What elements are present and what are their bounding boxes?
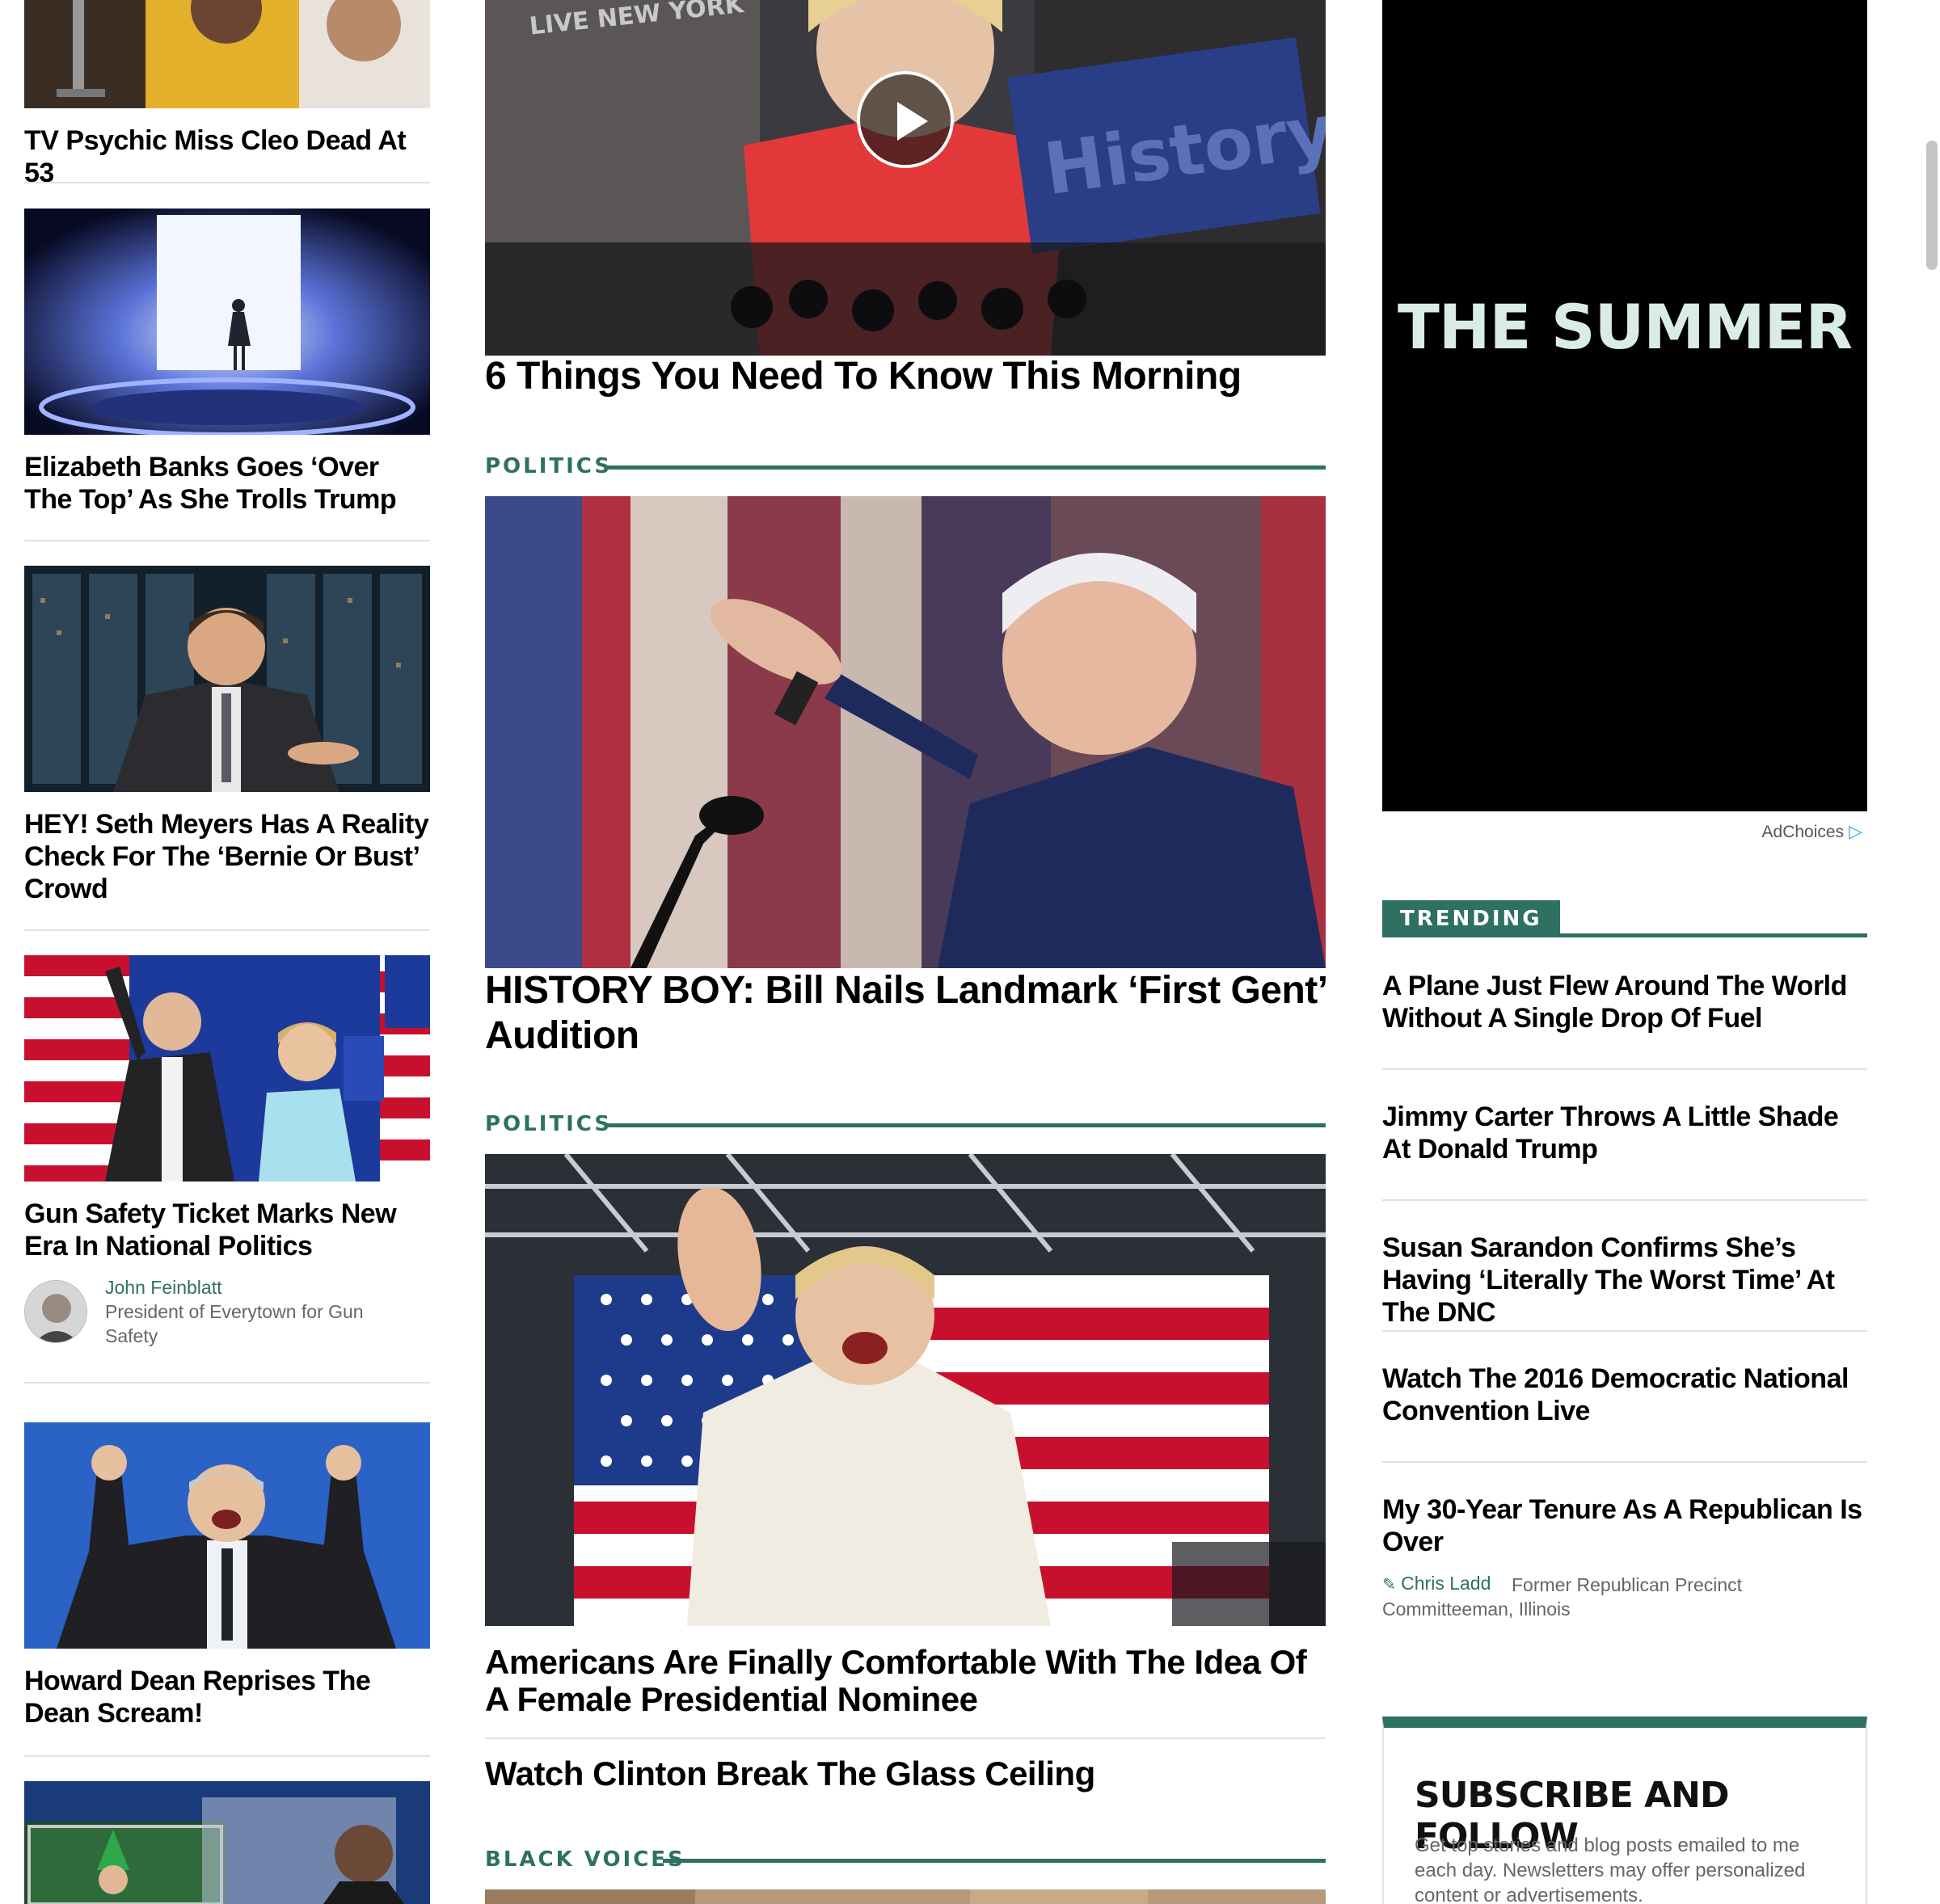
section-label-black-voices[interactable]: BLACK VOICES [485,1847,685,1872]
story-thumbnail-miss-cleo[interactable] [24,0,430,108]
story-image-bill-clinton[interactable] [485,496,1326,968]
trending-headline[interactable]: My 30-Year Tenure As A Republican Is Ove… [1382,1493,1867,1558]
divider [24,1382,430,1384]
divider [1382,1199,1867,1201]
story-headline[interactable]: Gun Safety Ticket Marks New Era In Natio… [24,1198,430,1262]
story-image-hillary-clinton[interactable] [485,1154,1326,1626]
subscribe-box: SUBSCRIBE AND FOLLOW Get top stories and… [1382,1717,1867,1904]
trending-headline[interactable]: A Plane Just Flew Around The World Witho… [1382,970,1867,1034]
story-thumbnail-seth-meyers[interactable] [24,566,430,792]
divider [1382,1461,1867,1463]
author-title: Former Republican Precinct Committeeman,… [1382,1573,1819,1621]
subscribe-description: Get top stories and blog posts emailed t… [1415,1834,1806,1904]
author-name[interactable]: John Feinblatt [105,1277,221,1299]
lead-headline[interactable]: 6 Things You Need To Know This Morning [485,354,1326,399]
story-thumbnail-clinton-kaine[interactable] [24,955,430,1182]
author-title: President of Everytown for Gun Safety [105,1301,364,1346]
divider [1382,1330,1867,1332]
author-title-text: Former Republican Precinct Committeeman,… [1382,1574,1743,1620]
story-headline[interactable]: HISTORY BOY: Bill Nails Landmark ‘First … [485,968,1326,1059]
story-thumbnail-howard-dean[interactable] [24,1422,430,1649]
scrollbar-thumb[interactable] [1926,141,1938,270]
divider [24,182,430,183]
story-thumbnail-daily-show[interactable] [24,1781,430,1904]
trending-headline[interactable]: Watch The 2016 Democratic National Conve… [1382,1363,1867,1427]
story-headline[interactable]: HEY! Seth Meyers Has A Reality Check For… [24,808,430,905]
divider [485,1738,1326,1739]
story-thumbnail-elizabeth-banks[interactable] [24,209,430,435]
story-headline[interactable]: Elizabeth Banks Goes ‘Over The Top’ As S… [24,451,430,516]
ad-text: THE SUMMER [1398,291,1853,363]
story-headline[interactable]: TV Psychic Miss Cleo Dead At 53 [24,124,430,189]
trending-label: TRENDING [1382,900,1560,937]
trending-rule [1382,933,1867,937]
divider [24,929,430,931]
play-icon [897,102,928,141]
related-headline[interactable]: Watch Clinton Break The Glass Ceiling [485,1755,1326,1792]
section-rule [663,1859,1326,1863]
divider [24,540,430,541]
advertisement[interactable]: THE SUMMER [1382,0,1867,811]
trending-headline[interactable]: Jimmy Carter Throws A Little Shade At Do… [1382,1101,1867,1165]
divider [24,1755,430,1757]
lead-video-thumbnail[interactable]: History LIVE NEW YORK [485,0,1326,356]
section-rule [605,465,1326,470]
author-avatar[interactable] [24,1280,87,1343]
trending-headline[interactable]: Susan Sarandon Confirms She’s Having ‘Li… [1382,1232,1867,1329]
adchoices-link[interactable]: AdChoices ▷ [1762,821,1862,842]
story-headline[interactable]: Americans Are Finally Comfortable With T… [485,1644,1326,1718]
adchoices-label: AdChoices [1761,823,1845,841]
play-button[interactable] [857,71,954,168]
section-label-politics[interactable]: POLITICS [485,1112,612,1136]
story-image-black-voices[interactable] [485,1889,1326,1904]
section-label-politics[interactable]: POLITICS [485,454,612,478]
section-rule [605,1123,1326,1127]
adchoices-icon: ▷ [1849,821,1862,841]
story-headline[interactable]: Howard Dean Reprises The Dean Scream! [24,1665,430,1729]
divider [1382,1068,1867,1070]
